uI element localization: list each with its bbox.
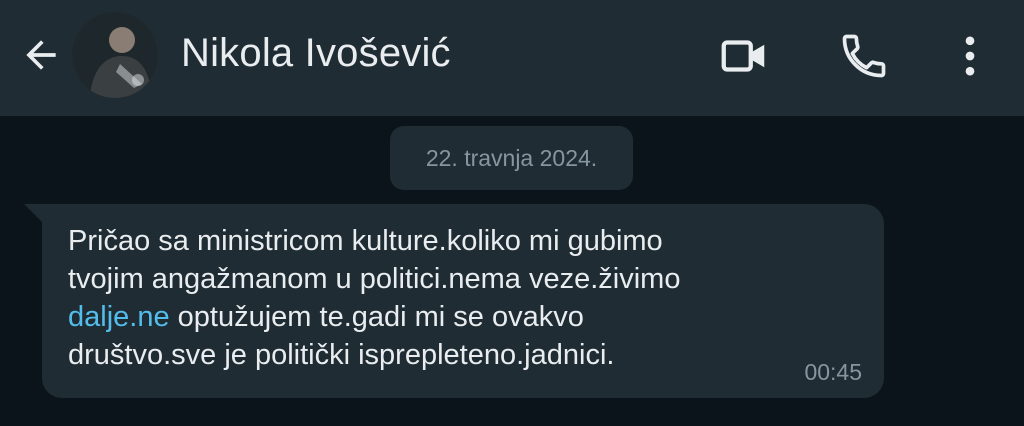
video-camera-icon <box>721 40 765 72</box>
message-line-rest: optužujem te.gadi mi se ovakvo <box>169 301 584 333</box>
message-line: društvo.sve je politički isprepleteno.ja… <box>68 339 615 371</box>
more-options-button[interactable] <box>942 28 998 84</box>
message-bubble[interactable]: Pričao sa ministricom kulture.koliko mi … <box>42 204 884 398</box>
voice-call-button[interactable] <box>836 28 892 84</box>
message-link[interactable]: dalje.ne <box>68 301 170 333</box>
more-vert-icon <box>965 36 975 76</box>
contact-name[interactable]: Nikola Ivošević <box>181 31 451 76</box>
message-text: Pričao sa ministricom kulture.koliko mi … <box>68 222 788 374</box>
arrow-left-icon <box>26 40 56 70</box>
avatar-image <box>72 12 158 98</box>
chat-area[interactable]: 22. travnja 2024. Pričao sa ministricom … <box>0 116 1024 426</box>
chat-screen: Nikola Ivošević 22. travnja 2024. Pričao… <box>0 0 1024 426</box>
chat-header: Nikola Ivošević <box>0 0 1024 116</box>
date-separator: 22. travnja 2024. <box>390 126 633 190</box>
message-line: dalje.ne optužujem te.gadi mi se ovakvo <box>68 298 788 336</box>
message-line: Pričao sa ministricom kulture.koliko mi … <box>68 225 663 257</box>
video-call-button[interactable] <box>716 28 772 84</box>
avatar[interactable] <box>72 12 158 98</box>
phone-icon <box>842 34 886 78</box>
back-button[interactable] <box>16 30 66 80</box>
message-line: tvojim angažmanom u politici.nema veze.ž… <box>68 263 681 295</box>
message-time: 00:45 <box>804 359 862 385</box>
